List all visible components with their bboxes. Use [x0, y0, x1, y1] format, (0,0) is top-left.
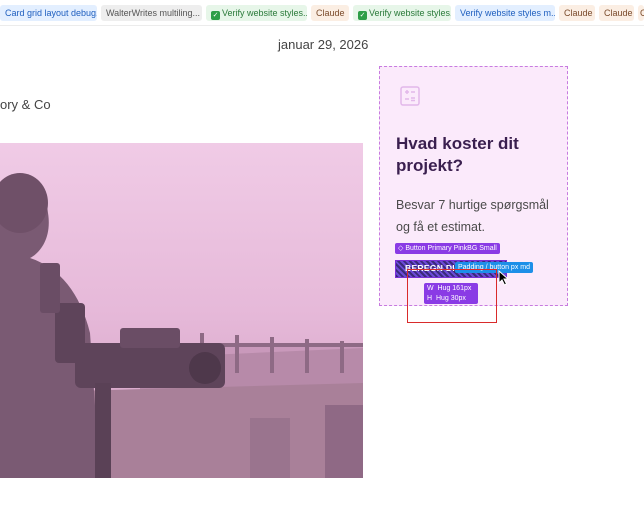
check-icon: ✓ — [358, 11, 367, 20]
mouse-cursor-icon — [498, 270, 510, 286]
check-icon: ✓ — [211, 11, 220, 20]
card-title: Hvad koster dit projekt? — [396, 134, 519, 175]
tab-card-grid-layout-debug[interactable]: Card grid layout debug... — [0, 5, 97, 21]
browser-tab-bar: Card grid layout debug... WalterWrites m… — [0, 0, 644, 26]
tab-claude-4[interactable]: C — [638, 5, 644, 21]
article-date: januar 29, 2026 — [278, 37, 369, 52]
tab-claude-1[interactable]: Claude — [311, 5, 349, 21]
highlight-rectangle — [407, 269, 497, 323]
videographer-photo — [0, 143, 363, 478]
hero-image — [0, 143, 363, 478]
tab-claude-2[interactable]: Claude — [559, 5, 595, 21]
tab-verify-website-styles-2[interactable]: ✓ Verify website styles... — [353, 5, 451, 21]
tab-claude-3[interactable]: Claude — [599, 5, 634, 21]
tab-walterwrites[interactable]: WalterWrites multiling... — [101, 5, 202, 21]
card-description: Besvar 7 hurtige spørgsmål og få et esti… — [396, 198, 549, 234]
tab-verify-website-styles-3[interactable]: Verify website styles m... — [455, 5, 555, 21]
article-author: ory & Co — [0, 97, 51, 112]
calculator-icon — [400, 86, 420, 106]
tab-verify-website-styles-1[interactable]: ✓ Verify website styles... — [206, 5, 307, 21]
component-name-label: ◇ Button Primary PinkBG Small — [395, 243, 500, 254]
